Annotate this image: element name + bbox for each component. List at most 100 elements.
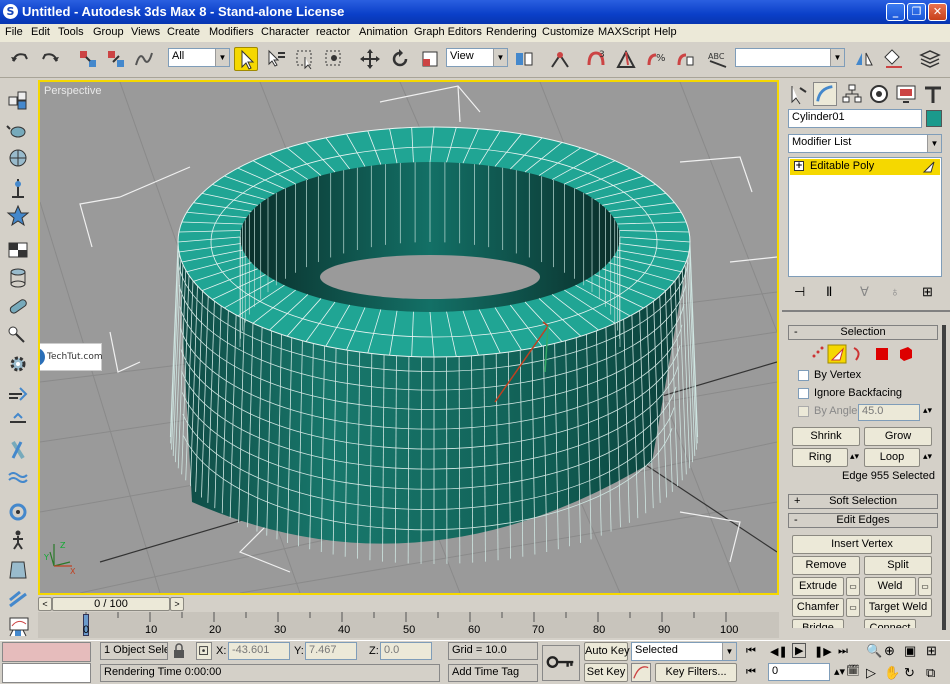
grow-button[interactable]: Grow [864,427,932,446]
spinner-snap-icon[interactable] [674,47,698,71]
edit-named-selection-icon[interactable]: ABC [706,47,730,71]
menu-modifiers[interactable]: Modifiers [209,26,254,38]
extrude-settings-icon[interactable]: ▭ [846,577,860,596]
open-mini-curve-editor-icon[interactable] [8,616,32,634]
zoom-extents-all-icon[interactable]: ⊞ [926,643,937,659]
schematic-icon[interactable] [6,324,30,348]
bind-to-space-warp-icon[interactable] [132,47,156,71]
target-weld-button[interactable]: Target Weld [864,598,932,617]
insert-vertex-button[interactable]: Insert Vertex [792,535,932,554]
object-color-swatch[interactable] [926,110,942,127]
pan-icon[interactable]: ✋ [884,665,900,681]
selection-rollout-header[interactable]: - Selection [788,325,938,340]
shrink-button[interactable]: Shrink [792,427,860,446]
maxscript-listener-pink[interactable] [2,642,91,662]
utilities-tab-icon[interactable] [921,82,945,106]
display-tab-icon[interactable] [894,82,918,106]
remove-modifier-icon[interactable]: ♁ [890,284,900,299]
motion-tab-icon[interactable] [867,82,891,106]
weld-button[interactable]: Weld [864,577,916,596]
align-icon[interactable] [882,47,906,71]
menu-group[interactable]: Group [93,26,124,38]
by-vertex-checkbox[interactable] [798,370,809,381]
polygon-mode-icon[interactable] [876,348,888,360]
auto-key-button[interactable]: Auto Key [584,642,630,661]
select-object-icon[interactable] [234,47,258,71]
modifier-stack[interactable]: + Editable Poly [788,157,942,277]
viewport-label[interactable]: Perspective [44,85,101,97]
cylinder-icon[interactable] [6,266,30,290]
maximize-viewport-icon[interactable]: ⧉ [926,665,935,681]
zoom-all-icon[interactable]: ⊕ [884,643,895,659]
bridge-button[interactable]: Bridge [792,619,844,628]
material-editor-icon[interactable] [6,238,30,262]
field-of-view-icon[interactable]: ▷ [866,665,876,681]
create-tab-icon[interactable] [786,82,810,106]
menu-maxscript[interactable]: MAXScript [598,26,650,38]
panel-scrollbar[interactable] [942,325,946,630]
menu-tools[interactable]: Tools [58,26,84,38]
capsule-icon[interactable] [6,294,30,318]
scale-icon[interactable] [418,47,442,71]
gravity-icon[interactable] [6,410,30,434]
set-key-mode-button[interactable]: Set Key [584,663,628,682]
wind-icon[interactable] [6,382,30,406]
app-icon[interactable]: S [3,4,18,19]
extrude-button[interactable]: Extrude [792,577,844,596]
menu-reactor[interactable]: reactor [316,26,350,38]
x-coord-field[interactable]: -43.601 [228,642,290,660]
modifier-list-dropdown[interactable]: Modifier List ▼ [788,134,942,153]
angle-field[interactable]: 45.0 [858,404,920,421]
current-frame-field[interactable]: 0 [768,663,830,681]
selection-lock-icon[interactable] [172,643,186,659]
element-mode-icon[interactable] [900,347,912,361]
show-end-result-icon[interactable]: Ⅱ [826,284,832,300]
mirror-icon[interactable] [852,47,876,71]
sub-object-triangle-icon[interactable] [922,160,936,177]
object-name-field[interactable]: Cylinder01 [788,109,922,128]
menu-help[interactable]: Help [654,26,677,38]
hierarchy-tab-icon[interactable] [840,82,864,106]
edit-edges-rollout-header[interactable]: - Edit Edges [788,513,938,528]
select-and-link-icon[interactable] [76,47,100,71]
pivot-point-icon[interactable] [512,47,536,71]
y-coord-field[interactable]: 7.467 [305,642,357,660]
arc-rotate-icon[interactable]: ↻ [904,665,915,681]
hair-icon[interactable] [6,588,30,612]
next-frame-icon[interactable]: ❚▶ [814,645,832,658]
sphere-icon[interactable] [6,146,30,170]
next-frame-arrow-icon[interactable]: > [170,597,184,611]
key-filters-button[interactable]: Key Filters... [655,663,737,682]
biped-icon[interactable] [6,528,30,552]
teapot-icon[interactable] [6,118,30,142]
pin-stack-icon[interactable]: ⊣ [794,284,805,300]
reference-coordinate-dropdown[interactable]: View ▼ [446,48,508,67]
cloth-icon[interactable] [6,558,30,582]
time-config-icon[interactable]: ▴▾ [834,665,845,678]
time-configuration-icon[interactable]: 🗓 [846,664,860,677]
border-mode-icon[interactable] [853,347,860,361]
maximize-button[interactable]: ❐ [907,3,926,21]
perspective-viewport[interactable]: Z Y X Perspective T TechTut.com [38,80,779,595]
bend-icon[interactable] [6,500,30,524]
loop-spinner-icon[interactable]: ▴▾ [923,451,932,462]
vertex-mode-icon[interactable] [812,346,824,358]
configure-modifier-sets-icon[interactable]: ⊞ [922,284,933,300]
create-box-icon[interactable] [6,88,30,112]
rotate-icon[interactable] [388,47,412,71]
menu-file[interactable]: File [5,26,23,38]
add-time-tag[interactable]: Add Time Tag [448,664,538,682]
key-mode-toggle-icon[interactable]: ⏮ [746,666,756,679]
default-tangent-icon[interactable] [631,663,651,682]
set-key-button[interactable] [542,645,580,681]
time-slider-thumb[interactable]: 0 / 100 [52,597,170,611]
angle-snap-icon[interactable] [614,47,638,71]
modify-tab-icon[interactable] [813,82,837,106]
chamfer-settings-icon[interactable]: ▭ [846,598,860,617]
z-coord-field[interactable]: 0.0 [380,642,432,660]
make-unique-icon[interactable]: ∀ [860,284,869,300]
layer-manager-icon[interactable] [918,47,942,71]
unlink-selection-icon[interactable] [104,47,128,71]
undo-icon[interactable] [8,47,32,71]
ignore-backfacing-checkbox[interactable] [798,388,809,399]
